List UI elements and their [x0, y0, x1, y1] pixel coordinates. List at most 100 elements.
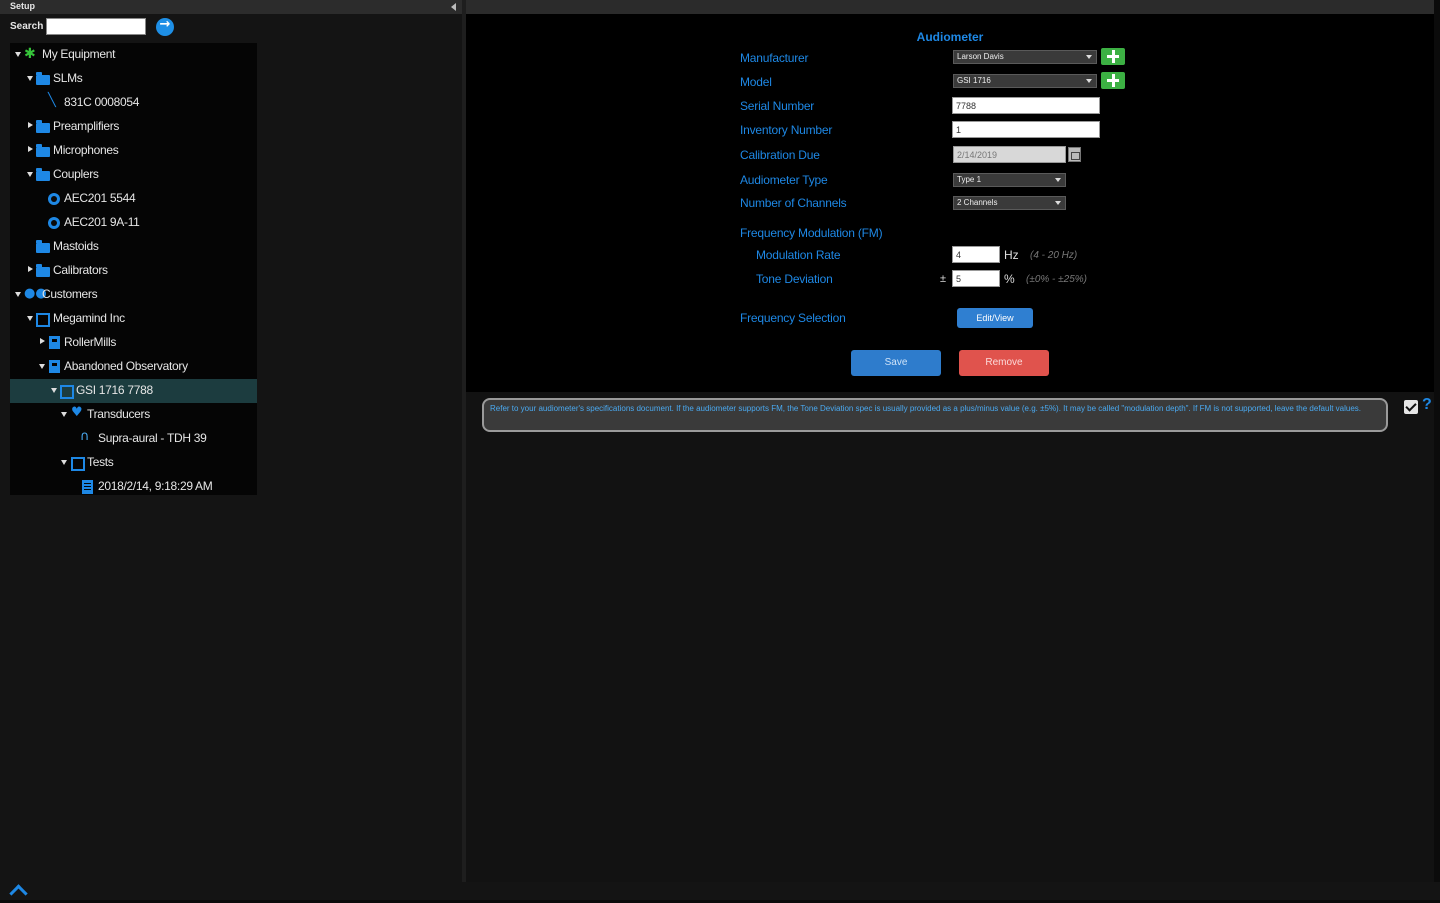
serial-number-field[interactable] [952, 97, 1100, 114]
model-select[interactable]: GSI 1716 [953, 74, 1097, 88]
expand-toggle-icon[interactable] [61, 460, 67, 465]
modulation-rate-field[interactable] [952, 246, 1000, 263]
tone-deviation-label: Tone Deviation [756, 272, 833, 286]
form-title: Audiometer [916, 30, 984, 44]
expand-toggle-icon[interactable] [51, 388, 57, 393]
gear-icon: ✱ [24, 46, 36, 62]
tree-item-tests[interactable]: Tests [10, 451, 257, 475]
tree-item-label: 831C 0008054 [64, 95, 140, 109]
tree-item-slms[interactable]: SLMs [10, 67, 257, 91]
tree-item-audiometer[interactable]: GSI 1716 7788 [10, 379, 257, 403]
tree-item-customers[interactable]: ●● Customers [10, 283, 257, 307]
tree-item-coupler-2[interactable]: AEC201 9A-11 [10, 211, 257, 235]
fm-section-label: Frequency Modulation (FM) [740, 226, 883, 240]
modulation-rate-hint: (4 - 20 Hz) [1030, 250, 1078, 261]
calibration-due-field[interactable] [953, 146, 1066, 163]
expand-toggle-icon[interactable] [27, 76, 33, 81]
tone-deviation-unit: % [1004, 272, 1015, 286]
tree-item-label: Customers [42, 287, 98, 301]
tree-item-label: My Equipment [42, 47, 116, 61]
tree-item-slm-device[interactable]: ╲ 831C 0008054 [10, 91, 257, 115]
expand-toggle-icon[interactable] [15, 292, 21, 297]
inventory-number-label: Inventory Number [740, 123, 833, 137]
edit-view-button[interactable]: Edit/View [957, 308, 1033, 328]
modulation-rate-unit: Hz [1004, 248, 1019, 262]
help-panel: Refer to your audiometer's specification… [466, 392, 1434, 882]
serial-number-label: Serial Number [740, 99, 815, 113]
expand-toggle-icon[interactable] [28, 122, 33, 128]
expand-toggle-icon[interactable] [27, 316, 33, 321]
tree-item-microphones[interactable]: Microphones [10, 139, 257, 163]
audiometer-type-select[interactable]: Type 1 [953, 173, 1066, 187]
save-button[interactable]: Save [851, 350, 941, 376]
expand-toggle-icon[interactable] [15, 52, 21, 57]
tone-deviation-field[interactable] [952, 270, 1000, 287]
model-label: Model [740, 75, 772, 89]
expand-toggle-icon[interactable] [61, 412, 67, 417]
audiometer-form: Audiometer Manufacturer Larson Davis Mod… [466, 14, 1434, 392]
folder-icon [36, 144, 50, 157]
help-icon[interactable]: ? [1422, 396, 1432, 414]
remove-button[interactable]: Remove [959, 350, 1049, 376]
building-icon [49, 360, 60, 373]
tree-item-label: SLMs [53, 71, 83, 85]
tree-item-my-equipment[interactable]: ✱ My Equipment [10, 43, 257, 67]
tree-item-site-2[interactable]: Abandoned Observatory [10, 355, 257, 379]
search-label: Search [10, 21, 44, 32]
tree-item-label: 2018/2/14, 9:18:29 AM [98, 479, 213, 493]
tree-item-label: Mastoids [53, 239, 99, 253]
folder-icon [36, 168, 50, 181]
add-model-button[interactable] [1101, 72, 1125, 89]
tree-item-transducers[interactable]: ♥ Transducers [10, 403, 257, 427]
tree-item-label: GSI 1716 7788 [76, 383, 153, 397]
manufacturer-label: Manufacturer [740, 51, 809, 65]
bottom-bar [0, 882, 1440, 900]
collapse-panel-icon[interactable] [451, 3, 456, 11]
tree-item-label: Tests [87, 455, 114, 469]
tree-item-calibrators[interactable]: Calibrators [10, 259, 257, 283]
frequency-selection-label: Frequency Selection [740, 311, 846, 325]
setup-panel: Setup Search ✱ My Equipment SLMs ╲ 831C … [0, 0, 462, 882]
tree-item-preamplifiers[interactable]: Preamplifiers [10, 115, 257, 139]
tree-item-label: AEC201 5544 [64, 191, 136, 205]
tree-item-coupler-1[interactable]: AEC201 5544 [10, 187, 257, 211]
search-input[interactable] [46, 18, 146, 35]
tree-item-couplers[interactable]: Couplers [10, 163, 257, 187]
calendar-icon[interactable] [1068, 147, 1081, 162]
search-go-icon[interactable] [156, 17, 174, 36]
tree-item-label: RollerMills [64, 335, 117, 349]
tree-item-label: Abandoned Observatory [64, 359, 188, 373]
tree-item-headphones[interactable]: ∩ Supra-aural - TDH 39 [10, 427, 257, 451]
manufacturer-select[interactable]: Larson Davis [953, 50, 1097, 64]
probe-icon: ╲ [48, 93, 56, 108]
setup-header: Setup [0, 0, 462, 14]
tree-item-mastoids[interactable]: Mastoids [10, 235, 257, 259]
expand-toggle-icon[interactable] [28, 266, 33, 272]
plus-minus-sign: ± [940, 273, 947, 285]
expand-toggle-icon[interactable] [40, 338, 45, 344]
tone-deviation-hint: (±0% - ±25%) [1026, 274, 1087, 285]
channels-select[interactable]: 2 Channels [953, 196, 1066, 210]
tree-item-label: Microphones [53, 143, 119, 157]
help-text: Refer to your audiometer's specification… [490, 404, 1362, 413]
setup-title: Setup [10, 1, 36, 11]
folder-icon [36, 264, 50, 277]
expand-toggle-icon[interactable] [28, 146, 33, 152]
tree-item-label: Calibrators [53, 263, 108, 277]
tree-item-label: Transducers [87, 407, 150, 421]
building-icon [49, 336, 60, 349]
box-icon [36, 313, 50, 327]
tree-item-site-1[interactable]: RollerMills [10, 331, 257, 355]
inventory-number-field[interactable] [952, 121, 1100, 138]
folder-icon [36, 72, 50, 85]
add-manufacturer-button[interactable] [1101, 48, 1125, 65]
tree-item-test[interactable]: 2018/2/14, 9:18:29 AM [10, 475, 257, 499]
expand-toggle-icon[interactable] [27, 172, 33, 177]
tree-item-label: Supra-aural - TDH 39 [98, 431, 207, 445]
tree-item-company[interactable]: Megamind Inc [10, 307, 257, 331]
equipment-tree: ✱ My Equipment SLMs ╲ 831C 0008054 Pream… [10, 43, 257, 495]
folder-icon [71, 457, 85, 471]
expand-toggle-icon[interactable] [39, 364, 45, 369]
tree-item-label: AEC201 9A-11 [64, 215, 140, 229]
show-help-checkbox[interactable] [1404, 400, 1418, 414]
